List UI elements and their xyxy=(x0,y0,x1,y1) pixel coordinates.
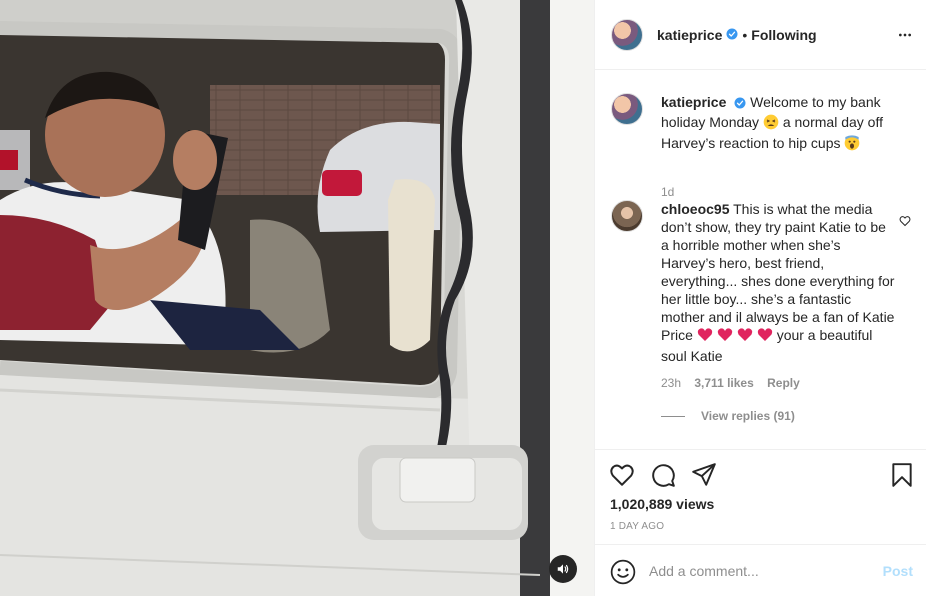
comment-text: chloeoc95 This is what the media don’t s… xyxy=(661,200,896,365)
caption-meta: 1d xyxy=(661,185,684,199)
verified-badge-icon xyxy=(734,95,746,113)
sound-toggle-button[interactable] xyxy=(549,555,577,583)
commenter-username[interactable]: chloeoc95 xyxy=(661,201,729,217)
emoji-smiley-icon[interactable] xyxy=(610,559,636,588)
comment-likes[interactable]: 3,711 likes xyxy=(694,376,753,390)
caption-time[interactable]: 1d xyxy=(661,185,674,199)
comments-list[interactable]: katieprice Welcome to my bank holiday Mo… xyxy=(595,71,926,449)
bookmark-icon[interactable] xyxy=(889,462,915,491)
view-count[interactable]: 1,020,889 views xyxy=(610,496,714,512)
speaker-icon xyxy=(557,564,569,574)
comment-meta: 23h 3,711 likes Reply xyxy=(661,376,810,390)
post-actions: 1,020,889 views 1 DAY AGO xyxy=(595,449,926,544)
replies-divider-line xyxy=(661,415,685,417)
following-button[interactable]: Following xyxy=(751,27,816,43)
separator-dot: • xyxy=(742,26,748,43)
add-comment-input[interactable] xyxy=(649,559,859,583)
post-side-panel: katieprice • Following katieprice Welcom… xyxy=(594,0,926,596)
share-paper-plane-icon[interactable] xyxy=(691,462,717,491)
post-header: katieprice • Following xyxy=(595,0,926,70)
author-username[interactable]: katieprice xyxy=(657,27,722,43)
caption-avatar[interactable] xyxy=(611,93,643,125)
video-frame xyxy=(0,0,594,596)
author-avatar[interactable] xyxy=(611,18,643,51)
more-options-icon[interactable] xyxy=(897,24,913,49)
tired-face-emoji-icon xyxy=(763,114,779,134)
add-comment-bar: Post xyxy=(595,544,926,596)
post-date[interactable]: 1 DAY AGO xyxy=(610,521,664,532)
view-replies-label: View replies (91) xyxy=(701,409,795,423)
screaming-face-emoji-icon xyxy=(844,135,860,155)
caption-username[interactable]: katieprice xyxy=(661,94,726,110)
red-hearts-emoji-icon xyxy=(697,327,773,347)
view-replies-button[interactable]: View replies (91) xyxy=(661,409,795,423)
verified-badge-icon xyxy=(726,27,738,43)
comment-like-heart-icon[interactable] xyxy=(899,214,911,230)
commenter-avatar[interactable] xyxy=(611,200,643,232)
comment-text-part1: This is what the media don’t show, they … xyxy=(661,201,895,343)
post-video[interactable] xyxy=(0,0,594,596)
reply-button[interactable]: Reply xyxy=(767,376,800,390)
comment-time[interactable]: 23h xyxy=(661,376,681,390)
comment-bubble-icon[interactable] xyxy=(650,462,676,491)
caption-text: katieprice Welcome to my bank holiday Mo… xyxy=(661,93,896,155)
heart-icon[interactable] xyxy=(609,462,635,491)
post-comment-button[interactable]: Post xyxy=(883,563,913,579)
